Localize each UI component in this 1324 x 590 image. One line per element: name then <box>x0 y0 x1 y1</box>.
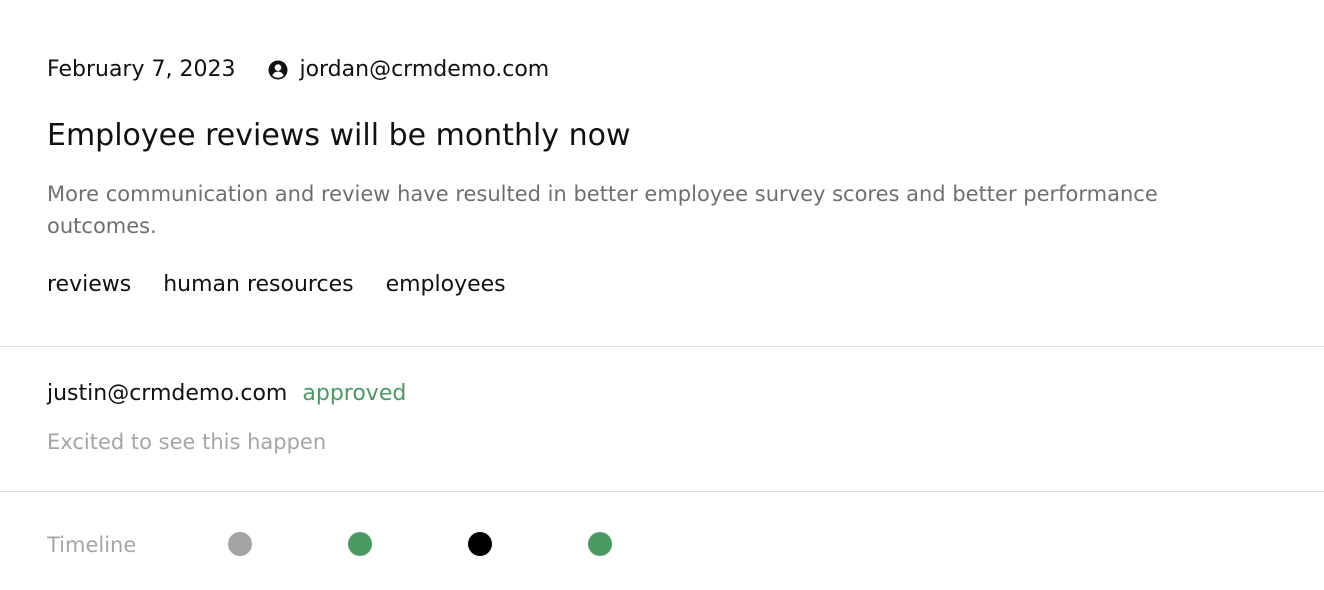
comment-author[interactable]: justin@crmdemo.com <box>47 380 287 408</box>
user-circle-icon <box>268 60 288 80</box>
comment-body: Excited to see this happen <box>47 430 327 454</box>
post-title: Employee reviews will be monthly now <box>47 118 631 153</box>
tag-human-resources[interactable]: human resources <box>163 271 353 299</box>
post-author[interactable]: jordan@crmdemo.com <box>268 56 549 84</box>
timeline-dot-4[interactable] <box>588 532 612 556</box>
post-date: February 7, 2023 <box>47 57 236 82</box>
post-summary: More communication and review have resul… <box>47 182 1158 238</box>
comment-status: approved <box>302 381 407 406</box>
tag-employees[interactable]: employees <box>386 271 506 299</box>
timeline-dot-3[interactable] <box>468 532 492 556</box>
post-meta: February 7, 2023 jordan@crmdemo.com <box>47 56 549 84</box>
comment-header: justin@crmdemo.com approved <box>47 380 406 408</box>
timeline-dot-2[interactable] <box>348 532 372 556</box>
tag-reviews[interactable]: reviews <box>47 271 131 299</box>
section-divider <box>0 491 1324 492</box>
timeline-label: Timeline <box>47 533 137 557</box>
post-tags: reviews human resources employees <box>47 271 538 299</box>
section-divider <box>0 346 1324 347</box>
post-detail-page: February 7, 2023 jordan@crmdemo.com Empl… <box>0 0 1324 590</box>
post-author-email[interactable]: jordan@crmdemo.com <box>299 56 549 84</box>
timeline-dot-1[interactable] <box>228 532 252 556</box>
